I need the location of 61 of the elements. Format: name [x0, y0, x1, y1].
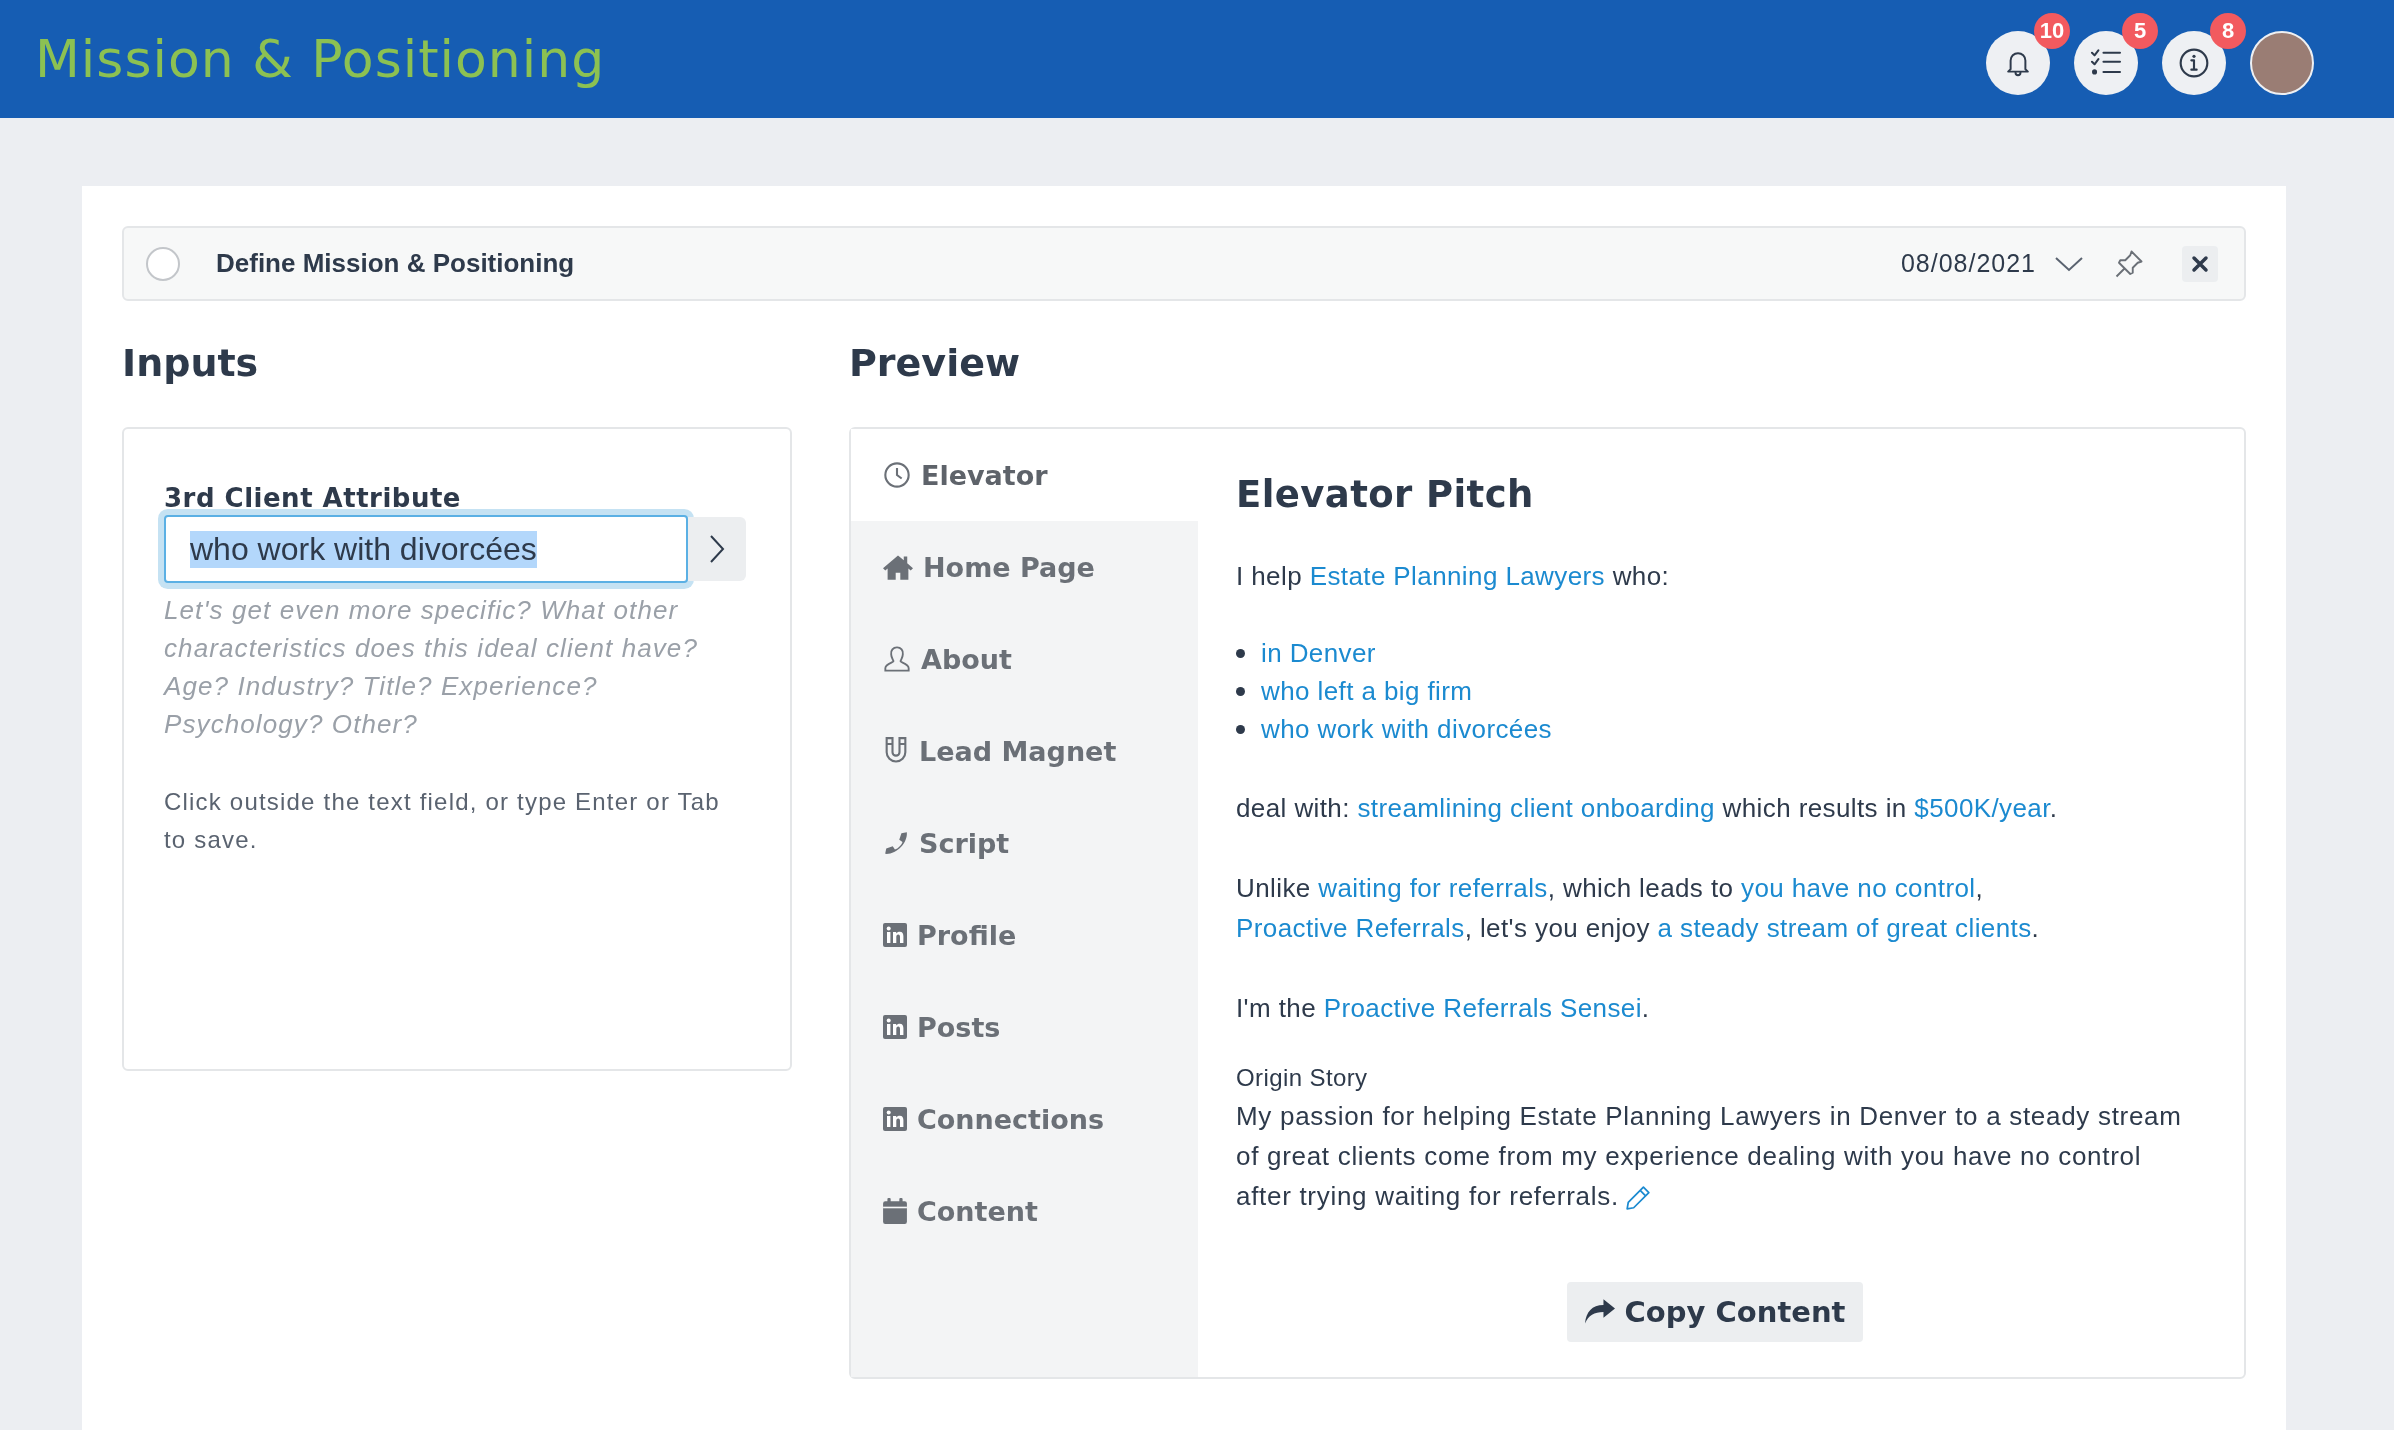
link[interactable]: Proactive Referrals	[1236, 913, 1465, 943]
app-title: Mission & Positioning	[35, 29, 606, 89]
link[interactable]: streamlining client onboarding	[1357, 793, 1715, 823]
info-icon	[2178, 47, 2210, 79]
close-icon	[2191, 254, 2209, 273]
person-icon	[883, 645, 911, 673]
magnet-icon	[883, 737, 909, 765]
link[interactable]: who work with divorcées	[1261, 710, 1552, 748]
task-checkbox[interactable]	[146, 246, 180, 281]
paragraph: Unlike waiting for referrals, which leads to you have no control, Proactive Referrals, let's you enjoy a steady stream of great clients.	[1236, 872, 2041, 945]
link[interactable]: who left a big firm	[1261, 672, 1473, 710]
save-instruction: Click outside the text field, or type Enter or Tab to save.	[164, 787, 721, 855]
link[interactable]: a steady stream of great clients	[1657, 913, 2032, 943]
sidebar-tab[interactable]: Posts	[851, 981, 1198, 1073]
checklist-icon	[2089, 49, 2123, 77]
section-heading: Preview	[849, 340, 1022, 387]
section-heading: Inputs	[122, 340, 260, 387]
sidebar-tab[interactable]: Profile	[851, 889, 1198, 981]
paragraph: I help Estate Planning Lawyers who:	[1236, 560, 1671, 593]
link[interactable]: in Denver	[1261, 634, 1376, 672]
sidebar-tab[interactable]: Home Page	[851, 521, 1198, 613]
due-date: 08/08/2021	[1900, 249, 2036, 278]
count-badge: 8	[2210, 13, 2246, 49]
link[interactable]: you have no control	[1741, 873, 1976, 903]
share-arrow-icon	[1584, 1299, 1615, 1325]
sidebar-tab[interactable]: Elevator	[851, 429, 1198, 521]
content-title: Elevator Pitch	[1236, 473, 1535, 516]
linkedin-icon	[883, 1015, 907, 1039]
copy-content-button[interactable]: Copy Content	[1566, 1282, 1864, 1342]
help-text: Let's get even more specific? What other characteristics does this ideal client have? Age? Industry? Title? Experience? Psychology? Other?	[164, 594, 699, 741]
paragraph: deal with: streamlining client onboarding which results in $500K/year.	[1236, 792, 2059, 825]
pencil-icon[interactable]	[1624, 1185, 1651, 1212]
sidebar-tab[interactable]: Content	[851, 1165, 1198, 1257]
bullet-icon	[1236, 648, 1245, 658]
linkedin-icon	[883, 923, 907, 947]
count-badge: 5	[2122, 13, 2158, 49]
story-text: My passion for helping Estate Planning Lawyers in Denver to a steady stream of great clients come from my experience dealing with you have no control after trying waiting for referrals.	[1236, 1100, 2183, 1214]
sidebar-tab[interactable]: Script	[851, 797, 1198, 889]
bullet-icon	[1236, 686, 1245, 696]
sidebar-tab[interactable]: Connections	[851, 1073, 1198, 1165]
linkedin-icon	[883, 1107, 907, 1131]
story-label: Origin Story	[1236, 1063, 1369, 1093]
sidebar-tab[interactable]: Lead Magnet	[851, 705, 1198, 797]
close-button[interactable]	[2182, 245, 2218, 282]
bullet-icon	[1236, 724, 1245, 734]
link[interactable]: Proactive Referrals Sensei	[1323, 993, 1642, 1023]
link[interactable]: Estate Planning Lawyers	[1309, 561, 1605, 591]
chevron-right-icon	[708, 534, 726, 564]
home-icon	[883, 554, 913, 580]
count-badge: 10	[2034, 13, 2070, 49]
pin-icon[interactable]	[2114, 248, 2144, 279]
sidebar-tab[interactable]: About	[851, 613, 1198, 705]
field-label: 3rd Client Attribute	[164, 483, 462, 513]
paragraph: I'm the Proactive Referrals Sensei.	[1236, 992, 1651, 1025]
calendar-icon	[883, 1198, 907, 1224]
link[interactable]: waiting for referrals	[1318, 873, 1548, 903]
clock-icon	[883, 461, 911, 489]
task-title: Define Mission & Positioning	[216, 248, 576, 279]
link[interactable]: $500K/year	[1914, 793, 2050, 823]
chevron-down-icon[interactable]	[2054, 254, 2084, 273]
phone-icon	[883, 830, 909, 856]
